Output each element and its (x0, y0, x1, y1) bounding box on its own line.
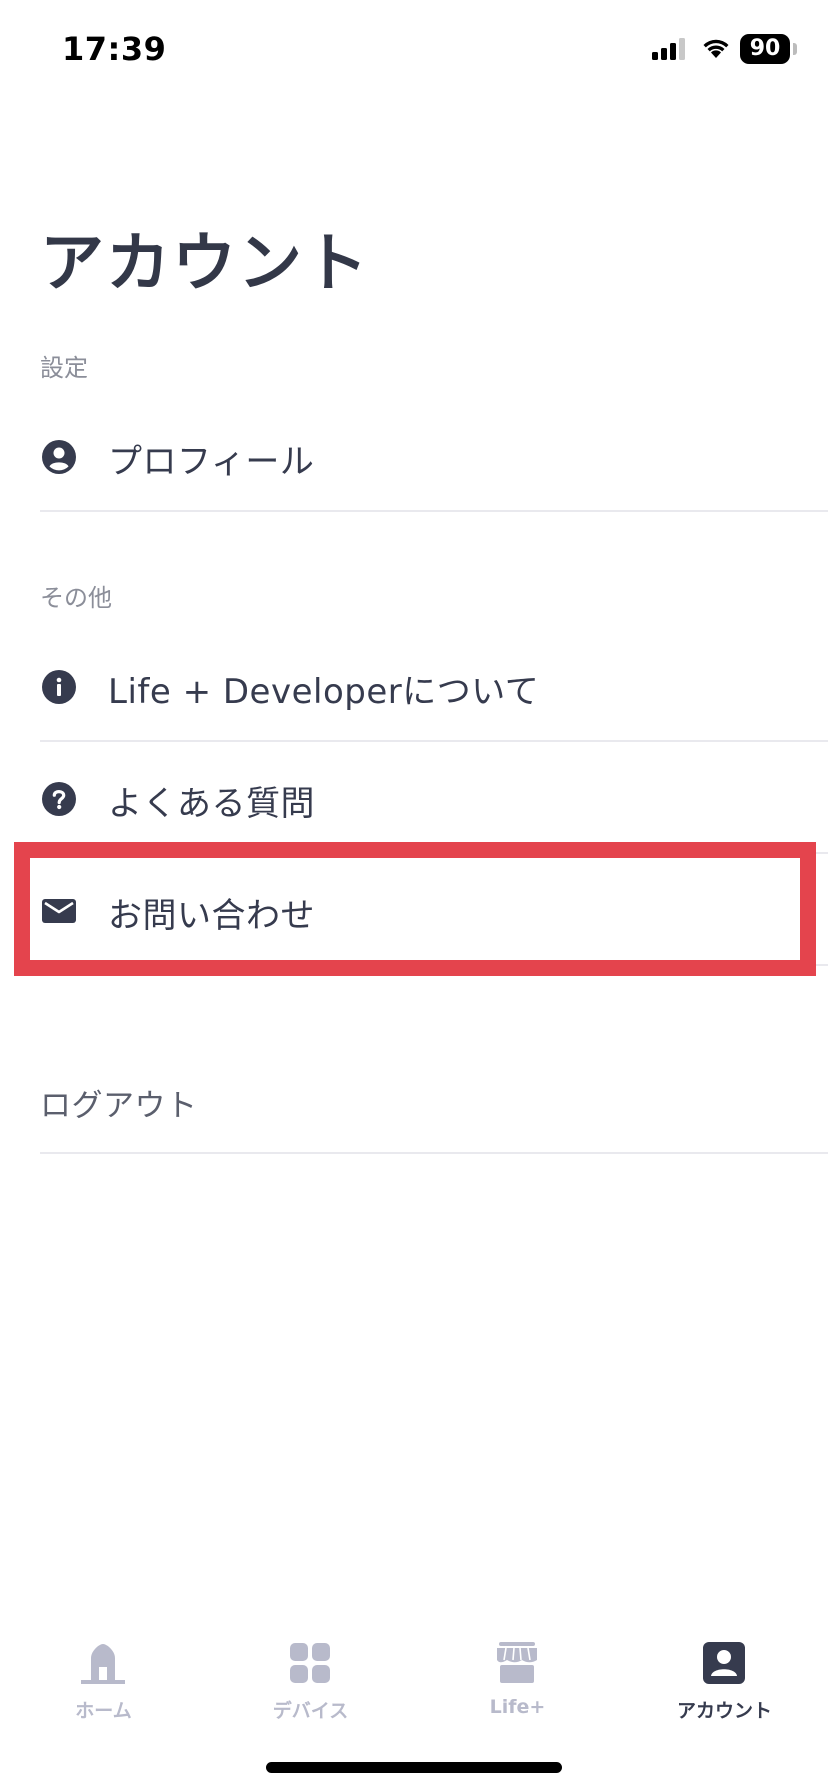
envelope-icon (42, 899, 76, 923)
person-circle-icon (42, 440, 76, 474)
battery-indicator: 90 (740, 34, 790, 64)
page-title: アカウント (40, 227, 370, 301)
home-icon (81, 1644, 125, 1684)
faq-row[interactable]: よくある質問 (40, 742, 828, 854)
tab-lifeplus[interactable]: Life+ (414, 1620, 621, 1740)
tab-account[interactable]: アカウント (621, 1620, 828, 1740)
battery-nub (793, 43, 797, 55)
section-label-other: その他 (40, 584, 112, 612)
tab-devices[interactable]: デバイス (207, 1620, 414, 1740)
contact-row[interactable]: お問い合わせ (40, 854, 828, 966)
logout-label: ログアウト (40, 1088, 198, 1124)
faq-label: よくある質問 (108, 784, 315, 824)
status-time: 17:39 (62, 30, 167, 68)
store-icon (497, 1642, 537, 1683)
tab-home[interactable]: ホーム (0, 1620, 207, 1740)
status-bar: 17:39 90 (0, 0, 828, 100)
wifi-icon (703, 39, 729, 58)
tab-bar: ホーム デバイス Life+ アカウント (0, 1620, 828, 1740)
battery-level: 90 (749, 36, 781, 61)
section-label-settings: 設定 (40, 354, 88, 382)
tab-account-label: アカウント (676, 1700, 772, 1722)
cellular-signal-icon (652, 38, 685, 60)
tab-devices-label: デバイス (272, 1700, 349, 1722)
contact-label: お問い合わせ (108, 896, 315, 936)
info-circle-icon (42, 670, 76, 704)
grid-icon (290, 1643, 330, 1683)
profile-label: プロフィール (108, 442, 315, 482)
about-label: Life + Developerについて (108, 672, 540, 712)
profile-row[interactable]: プロフィール (40, 400, 828, 512)
home-indicator (266, 1762, 562, 1773)
question-circle-icon (42, 782, 76, 816)
about-row[interactable]: Life + Developerについて (40, 630, 828, 742)
tab-home-label: ホーム (75, 1700, 132, 1722)
logout-button[interactable]: ログアウト (40, 1040, 828, 1154)
tab-lifeplus-label: Life+ (489, 1696, 546, 1718)
account-icon (703, 1642, 745, 1684)
